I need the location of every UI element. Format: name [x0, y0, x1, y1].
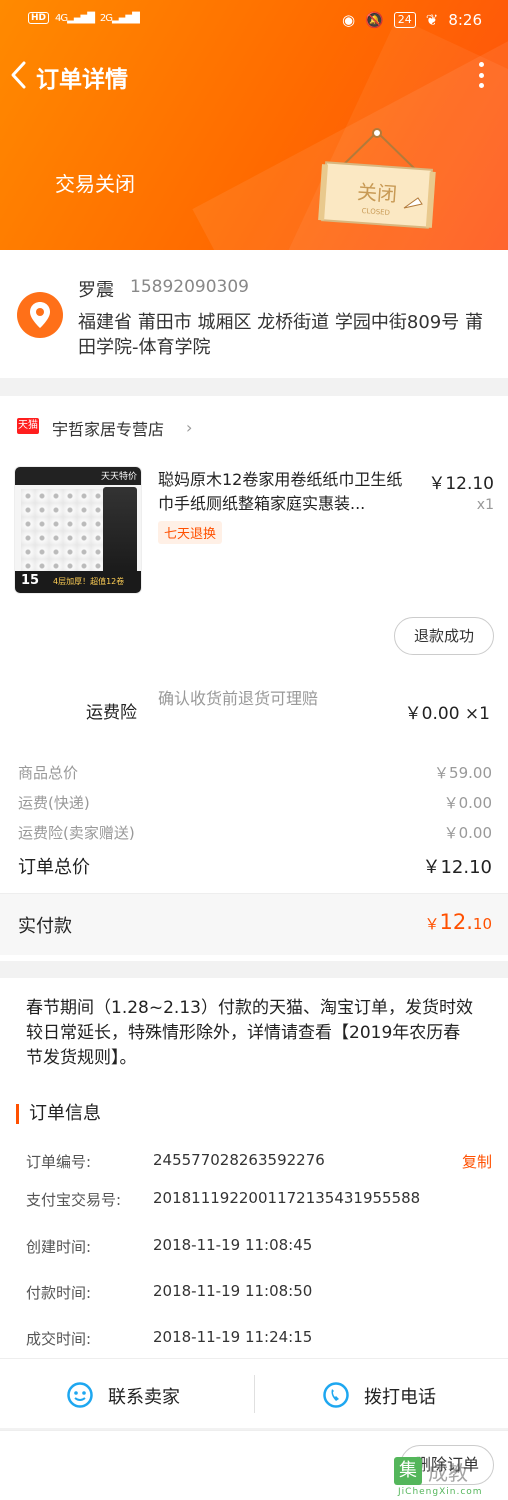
tmall-badge-icon: 天猫	[17, 418, 39, 434]
page-title: 订单详情	[36, 67, 128, 93]
summary-label: 运费(快递)	[18, 794, 90, 812]
info-label: 订单编号:	[26, 1153, 92, 1171]
hd-indicator: HD	[28, 12, 50, 24]
summary-label: 运费险(卖家赠送)	[18, 824, 135, 842]
back-arrow-icon[interactable]	[8, 60, 30, 90]
info-label: 创建时间:	[26, 1238, 92, 1256]
bottom-action-bar: 删除订单 集 成教 JiChengXin.com	[0, 1430, 508, 1500]
summary-value: ￥59.00	[434, 764, 492, 782]
summary-value: ￥0.00	[443, 794, 492, 812]
info-value: 2018111922001172135431955588	[153, 1189, 421, 1207]
sign-text: 关闭	[356, 180, 398, 207]
chat-bubble-icon	[67, 1382, 93, 1408]
location-pin-icon	[17, 292, 63, 338]
address-text: 福建省 莆田市 城厢区 龙桥街道 学园中街809号 莆田学院-体育学院	[78, 312, 483, 358]
info-value: 2018-11-19 11:08:45	[153, 1236, 313, 1254]
signal-icon: 2G▂▄▆█	[99, 12, 140, 24]
summary-row: 商品总价 ￥59.00	[18, 762, 492, 783]
summary-row: 运费险(卖家赠送) ￥0.00	[18, 822, 492, 843]
recipient-phone: 15892090309	[130, 277, 249, 297]
thumb-brand: 天天特价	[100, 472, 137, 482]
contact-seller-label: 联系卖家	[108, 1387, 180, 1408]
refund-status-button[interactable]: 退款成功	[394, 617, 494, 655]
eye-comfort-icon: ◉	[341, 11, 356, 29]
call-phone-button[interactable]: 拨打电话	[254, 1359, 508, 1429]
summary-label: 商品总价	[18, 764, 79, 782]
chevron-right-icon: ›	[186, 418, 193, 437]
info-label: 成交时间:	[26, 1330, 92, 1348]
holiday-shipping-notice[interactable]: 春节期间（1.28~2.13）付款的天猫、淘宝订单，发货时效较日常延长，特殊情形…	[26, 996, 476, 1071]
thumb-slogan: 4层加厚！超值12卷	[53, 577, 125, 586]
paid-label: 实付款	[18, 916, 72, 937]
contact-seller-button[interactable]: 联系卖家	[0, 1359, 254, 1429]
product-thumbnail[interactable]: 天天特价 15 4层加厚！超值12卷	[14, 466, 142, 594]
paid-amount: ￥12.10	[424, 910, 492, 934]
order-total-label: 订单总价	[18, 857, 90, 878]
signal-icon: 4G▂▄▆█	[55, 12, 95, 24]
more-options-icon[interactable]	[476, 62, 486, 88]
product-title[interactable]: 聪妈原木12卷家用卷纸纸巾卫生纸巾手纸厕纸整箱家庭实惠装...	[158, 468, 416, 516]
tissue-rolls-image	[21, 489, 103, 571]
summary-value: ￥0.00	[443, 824, 492, 842]
shipping-insurance-value: ￥0.00 ×1	[404, 704, 490, 724]
info-label: 支付宝交易号:	[26, 1191, 122, 1209]
recipient-name: 罗震	[78, 280, 114, 301]
mute-icon: 🔕	[365, 11, 384, 29]
info-value: 245577028263592276	[153, 1151, 325, 1169]
info-value: 2018-11-19 11:08:50	[153, 1282, 313, 1300]
battery-icon: 24	[393, 12, 416, 28]
order-info-section: 春节期间（1.28~2.13）付款的天猫、淘宝订单，发货时效较日常延长，特殊情形…	[0, 978, 508, 1358]
order-card: 天猫 宇哲家居专营店 › 天天特价 15 4层加厚！超值12卷 聪妈原木12卷家…	[0, 396, 508, 961]
thumb-count: 15	[21, 573, 40, 588]
copy-button[interactable]: 复制	[462, 1151, 492, 1172]
phone-icon	[323, 1382, 349, 1408]
watermark-logo: 集 成教 JiChengXin.com	[394, 1457, 504, 1499]
summary-row: 运费(快递) ￥0.00	[18, 792, 492, 813]
order-total-value: ￥12.10	[422, 857, 492, 878]
order-status-header: HD 4G▂▄▆█ 2G▂▄▆█ ◉ 🔕 24 ❦ 8:26 订单详情 交易关闭…	[0, 0, 508, 250]
shop-header[interactable]: 天猫 宇哲家居专营店 ›	[0, 396, 508, 454]
info-value: 2018-11-19 11:24:15	[153, 1328, 313, 1346]
product-price: ￥12.10	[428, 474, 494, 494]
paid-amount-bar: 实付款 ￥12.10	[0, 893, 508, 955]
info-label: 付款时间:	[26, 1284, 92, 1302]
contact-actions: 联系卖家 拨打电话	[0, 1358, 508, 1428]
tissue-pack-image	[103, 487, 137, 575]
return-policy-tag: 七天退换	[158, 521, 223, 544]
leaf-icon: ❦	[425, 11, 439, 29]
shipping-insurance-label: 运费险	[86, 703, 137, 723]
order-info-heading: 订单信息	[16, 1104, 101, 1124]
call-phone-label: 拨打电话	[364, 1387, 436, 1408]
closed-sign-icon: 关闭 CLOSED	[318, 128, 436, 229]
shipping-address-card[interactable]: 罗震 15892090309 福建省 莆田市 城厢区 龙桥街道 学园中街809号…	[0, 250, 508, 378]
product-quantity: x1	[476, 497, 494, 513]
nav-bar: 订单详情	[0, 50, 508, 100]
order-status-text: 交易关闭	[55, 172, 135, 196]
order-total-row: 订单总价 ￥12.10	[18, 853, 492, 879]
shop-name: 宇哲家居专营店	[52, 420, 165, 439]
system-status-bar: HD 4G▂▄▆█ 2G▂▄▆█ ◉ 🔕 24 ❦ 8:26	[0, 0, 508, 42]
shipping-insurance-desc: 确认收货前退货可理赔	[158, 689, 319, 708]
clock: 8:26	[448, 11, 482, 29]
